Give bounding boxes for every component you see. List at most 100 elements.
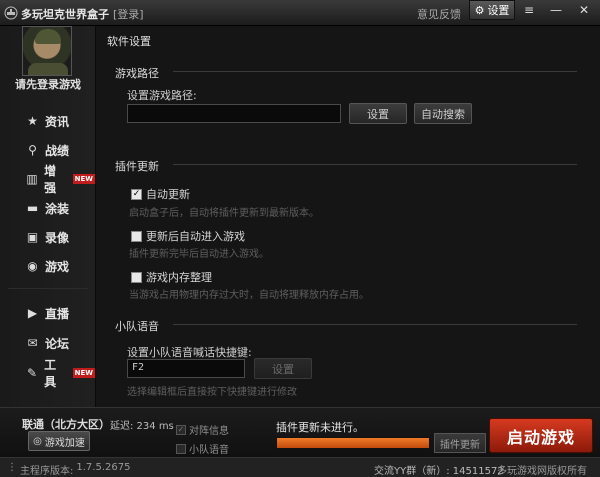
match-info-checkbox[interactable]: ✓ 对阵信息 (176, 422, 229, 437)
section-divider (173, 164, 577, 165)
section-title-squad-voice: 小队语音 (115, 320, 159, 333)
tank-icon: ▬ (26, 201, 39, 215)
squad-voice-checkbox[interactable]: 小队语音 (176, 441, 229, 456)
sidebar-item-records[interactable]: ⚲ 战绩 (26, 141, 69, 159)
copyright-text: 多玩游戏网版权所有 (497, 466, 587, 477)
settings-button[interactable]: ⚙ 设置 (469, 0, 515, 20)
gamepad-icon: ◉ (27, 259, 38, 273)
section-title-game-path: 游戏路径 (115, 67, 159, 80)
grip-icon: ⋮ (7, 462, 17, 473)
feedback-link[interactable]: 意见反馈 (417, 6, 461, 22)
accelerate-label: 游戏加速 (44, 437, 85, 449)
auto-enter-game-hint: 插件更新完毕后自动进入游戏。 (129, 249, 269, 260)
auto-enter-game-label: 更新后自动进入游戏 (146, 230, 245, 243)
gear-icon: ⚙ (474, 3, 485, 17)
game-path-input[interactable] (127, 104, 341, 123)
sidebar-item-live[interactable]: ▶ 直播 (26, 304, 69, 322)
section-divider (173, 71, 577, 72)
login-prompt[interactable]: 请先登录游戏 (0, 76, 96, 92)
update-progress-fill (277, 438, 429, 448)
section-divider (173, 324, 577, 325)
settings-label: 设置 (487, 4, 510, 17)
avatar[interactable] (22, 26, 72, 76)
auto-update-checkbox[interactable]: ✓ 自动更新 (131, 186, 190, 202)
menu-icon: ≡ (523, 3, 535, 17)
sidebar-item-label: 涂装 (45, 201, 70, 216)
avatar-helmet (35, 29, 61, 44)
menu-button[interactable]: ≡ (516, 0, 542, 20)
version-info: ⋮ 主程序版本: 1.7.5.2675 (7, 462, 130, 477)
update-progress-bar (276, 437, 430, 449)
sidebar-item-label: 游戏 (45, 259, 70, 274)
wrench-icon: ✎ (27, 366, 38, 380)
bottom-bar: 联通（北方大区） 延迟: 234 ms ◎ 游戏加速 ✓ 对阵信息 小队语音 插… (0, 407, 600, 457)
plugin-update-button[interactable]: 插件更新 (434, 433, 486, 453)
sidebar: 请先登录游戏 ★ 资讯 ⚲ 战绩 ▥ 增强 NEW ▬ 涂装 ▣ 录像 ◉ 游戏… (0, 26, 96, 407)
set-hotkey-button[interactable]: 设置 (254, 358, 312, 379)
sidebar-divider (8, 288, 88, 289)
avatar-body (28, 63, 68, 75)
checkbox-checked-icon: ✓ (176, 424, 186, 435)
settings-panel: 软件设置 游戏路径 设置游戏路径: 设置 自动搜索 插件更新 ✓ 自动更新 启动… (97, 26, 600, 407)
set-path-button[interactable]: 设置 (349, 103, 407, 124)
sidebar-item-tools[interactable]: ✎ 工具 NEW (26, 358, 95, 389)
yy-group-link[interactable]: 交流YY群（新）: 14511572 (374, 462, 504, 477)
minimize-button[interactable]: — (543, 0, 569, 20)
chat-icon: ✉ (27, 336, 38, 350)
auto-update-label: 自动更新 (146, 188, 190, 201)
status-bar: ⋮ 主程序版本: 1.7.5.2675 交流YY群（新）: 14511572 多… (0, 457, 600, 477)
sidebar-item-label: 直播 (45, 306, 70, 321)
sidebar-item-replays[interactable]: ▣ 录像 (26, 228, 69, 246)
hotkey-input[interactable]: F2 (127, 359, 245, 378)
auto-update-hint: 启动盒子后，自动将插件更新到最新版本。 (129, 208, 319, 219)
close-icon: ✕ (578, 3, 590, 17)
checkbox-unchecked-icon (176, 443, 186, 454)
app-logo-icon (4, 6, 18, 20)
sidebar-item-label: 增强 (44, 164, 57, 195)
launch-game-button[interactable]: 启动游戏 (489, 418, 593, 453)
sidebar-item-label: 工具 (44, 358, 57, 389)
play-icon: ▶ (27, 306, 38, 320)
accelerate-icon: ◎ (33, 435, 42, 447)
section-title-plugin-update: 插件更新 (115, 160, 159, 173)
sidebar-item-label: 录像 (45, 230, 70, 245)
title-bar: 多玩坦克世界盒子 [登录] 意见反馈 ⚙ 设置 ≡ — ✕ (0, 0, 600, 26)
checkbox-checked-icon: ✓ (131, 188, 142, 200)
sidebar-item-enhance[interactable]: ▥ 增强 NEW (26, 164, 95, 195)
minimize-icon: — (550, 3, 562, 17)
sidebar-item-games[interactable]: ◉ 游戏 (26, 257, 69, 275)
memory-cleanup-hint: 当游戏占用物理内存过大时，自动将理释放内存占用。 (129, 290, 369, 301)
checkbox-unchecked-icon (131, 271, 142, 283)
version-label: 主程序版本: (20, 466, 74, 477)
version-number: 1.7.5.2675 (76, 462, 131, 473)
squad-voice-label: 设置小队语音喊话快捷键: (127, 346, 252, 359)
update-status: 插件更新未进行。 (276, 421, 364, 434)
new-badge: NEW (72, 368, 95, 378)
game-path-label: 设置游戏路径: (127, 89, 197, 102)
page-title: 软件设置 (107, 35, 151, 48)
auto-search-button[interactable]: 自动搜索 (414, 103, 472, 124)
star-icon: ★ (27, 114, 38, 128)
squad-voice-option-label: 小队语音 (189, 445, 229, 456)
match-info-label: 对阵信息 (189, 426, 229, 437)
latency-readout: 延迟: 234 ms (110, 421, 174, 432)
sidebar-item-label: 资讯 (45, 114, 70, 129)
auto-enter-game-checkbox[interactable]: 更新后自动进入游戏 (131, 228, 245, 244)
new-badge: NEW (72, 174, 95, 184)
memory-cleanup-checkbox[interactable]: 游戏内存整理 (131, 269, 212, 285)
sidebar-item-label: 战绩 (45, 143, 70, 158)
hotkey-hint: 选择编辑框后直接按下快捷键进行修改 (127, 387, 297, 398)
login-link[interactable]: [登录] (113, 6, 144, 22)
sidebar-item-skins[interactable]: ▬ 涂装 (26, 199, 69, 217)
search-icon: ⚲ (28, 143, 37, 157)
sidebar-item-forum[interactable]: ✉ 论坛 (26, 334, 69, 352)
sidebar-item-news[interactable]: ★ 资讯 (26, 112, 69, 130)
game-accelerate-button[interactable]: ◎ 游戏加速 (28, 431, 90, 451)
sidebar-item-label: 论坛 (45, 336, 70, 351)
chart-icon: ▥ (26, 172, 38, 186)
close-button[interactable]: ✕ (571, 0, 597, 20)
checkbox-unchecked-icon (131, 230, 142, 242)
memory-cleanup-label: 游戏内存整理 (146, 271, 212, 284)
server-region[interactable]: 联通（北方大区） (22, 416, 110, 432)
film-icon: ▣ (26, 230, 39, 244)
